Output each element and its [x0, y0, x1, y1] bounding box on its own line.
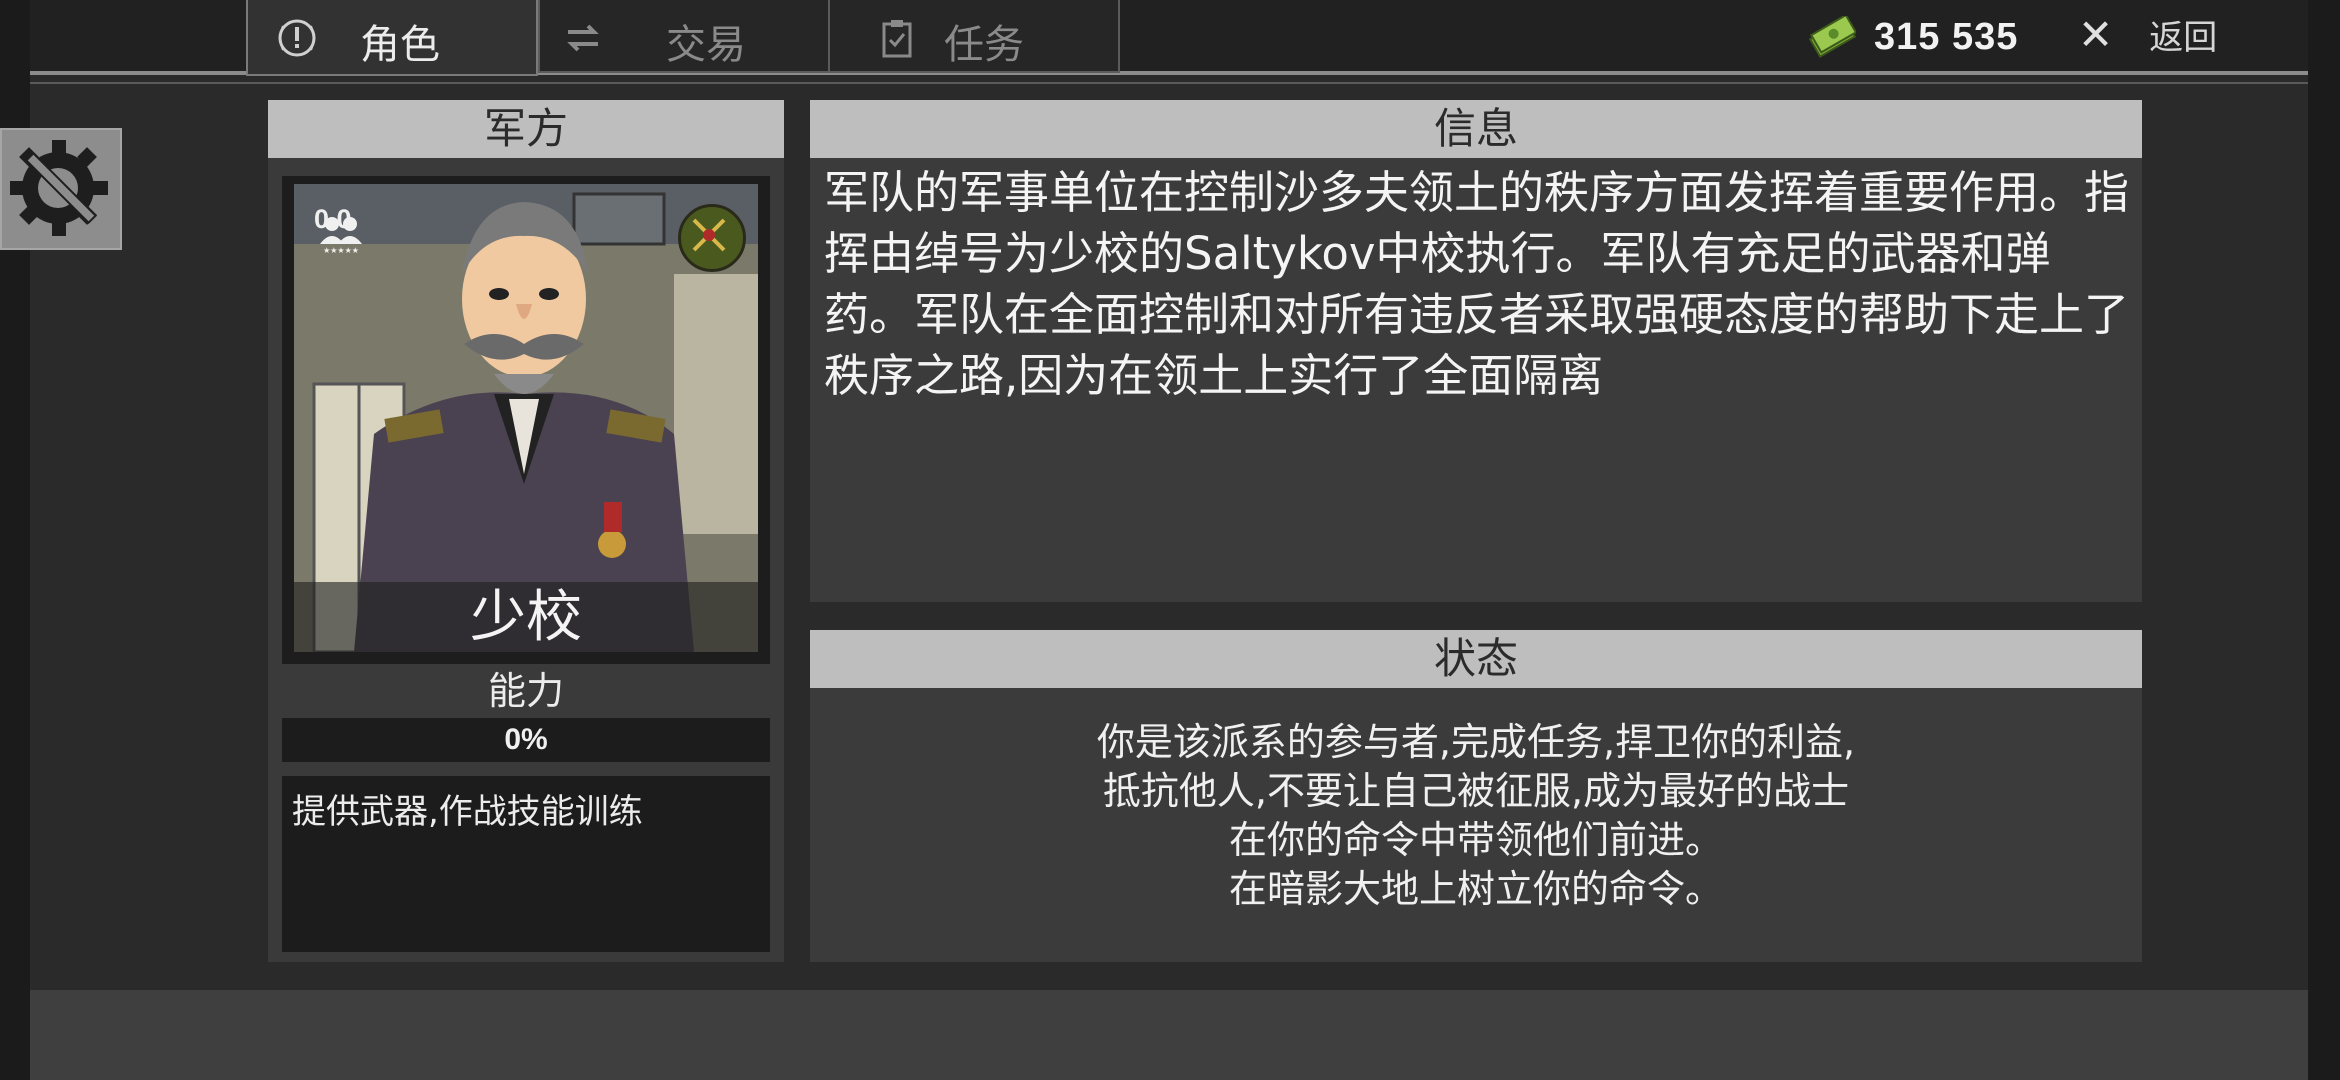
- faction-description: 提供武器,作战技能训练: [292, 792, 643, 832]
- crossed-swords-icon: [692, 218, 726, 252]
- clipboard-icon: [882, 20, 912, 58]
- info-header: 信息: [810, 100, 2142, 158]
- info-text: 军队的军事单位在控制沙多夫领土的秩序方面发挥着重要作用。指挥由绰号为少校的Sal…: [824, 166, 2130, 402]
- cash-icon: [1808, 16, 1856, 58]
- status-header: 状态: [810, 630, 2142, 688]
- rank-caption: 少校: [294, 582, 758, 654]
- ability-progress-bar: 0%: [282, 718, 770, 762]
- tab-character-label: 角色: [360, 22, 440, 68]
- people-icon: ★★★★★: [320, 217, 362, 254]
- close-icon: ✕: [2078, 9, 2114, 59]
- tab-trade-label: 交易: [666, 22, 746, 68]
- faction-portrait[interactable]: ★★★★★ 0.0 少校: [282, 176, 770, 664]
- tab-character[interactable]: 角色: [246, 0, 538, 76]
- back-button[interactable]: ✕ 返回: [2078, 8, 2217, 60]
- status-panel: 状态 你是该派系的参与者,完成任务,捍卫你的利益, 抵抗他人,不要让自己被征服,…: [810, 630, 2142, 962]
- back-label: 返回: [2149, 17, 2218, 58]
- tab-quests-label: 任务: [944, 22, 1024, 68]
- faction-description-box: 提供武器,作战技能训练: [282, 776, 770, 952]
- faction-panel: 军方 ★★★★★ 少校 能力 0% 提供武器,作战技能训练: [268, 100, 784, 962]
- ability-progress-text: 0%: [504, 723, 548, 756]
- faction-header: 军方: [268, 100, 784, 158]
- tab-trade[interactable]: 交易: [538, 0, 830, 73]
- status-line: 你是该派系的参与者,完成任务,捍卫你的利益,: [1096, 720, 1856, 764]
- svg-text:★★★★★: ★★★★★: [323, 246, 359, 254]
- status-line: 抵抗他人,不要让自己被征服,成为最好的战士: [1102, 769, 1850, 813]
- currency-display: 315 535: [1808, 12, 2018, 62]
- status-line: 在你的命令中带领他们前进。: [1228, 818, 1723, 862]
- status-line: 在暗影大地上树立你的命令。: [1228, 867, 1723, 911]
- ability-label: 能力: [487, 669, 564, 713]
- status-text: 你是该派系的参与者,完成任务,捍卫你的利益, 抵抗他人,不要让自己被征服,成为最…: [810, 718, 2142, 914]
- settings-button[interactable]: [0, 128, 122, 250]
- population-indicator: ★★★★★ 0.0: [306, 204, 362, 254]
- currency-amount: 315 535: [1874, 15, 2019, 58]
- alert-icon: [278, 19, 316, 57]
- exchange-icon: [567, 24, 599, 52]
- bottom-bar: [30, 990, 2308, 1080]
- tab-quests[interactable]: 任务: [828, 0, 1120, 73]
- faction-emblem: [678, 204, 746, 272]
- top-divider-secondary: [30, 82, 2308, 84]
- gear-wrench-icon: [10, 140, 108, 236]
- info-panel: 信息 军队的军事单位在控制沙多夫领土的秩序方面发挥着重要作用。指挥由绰号为少校的…: [810, 100, 2142, 602]
